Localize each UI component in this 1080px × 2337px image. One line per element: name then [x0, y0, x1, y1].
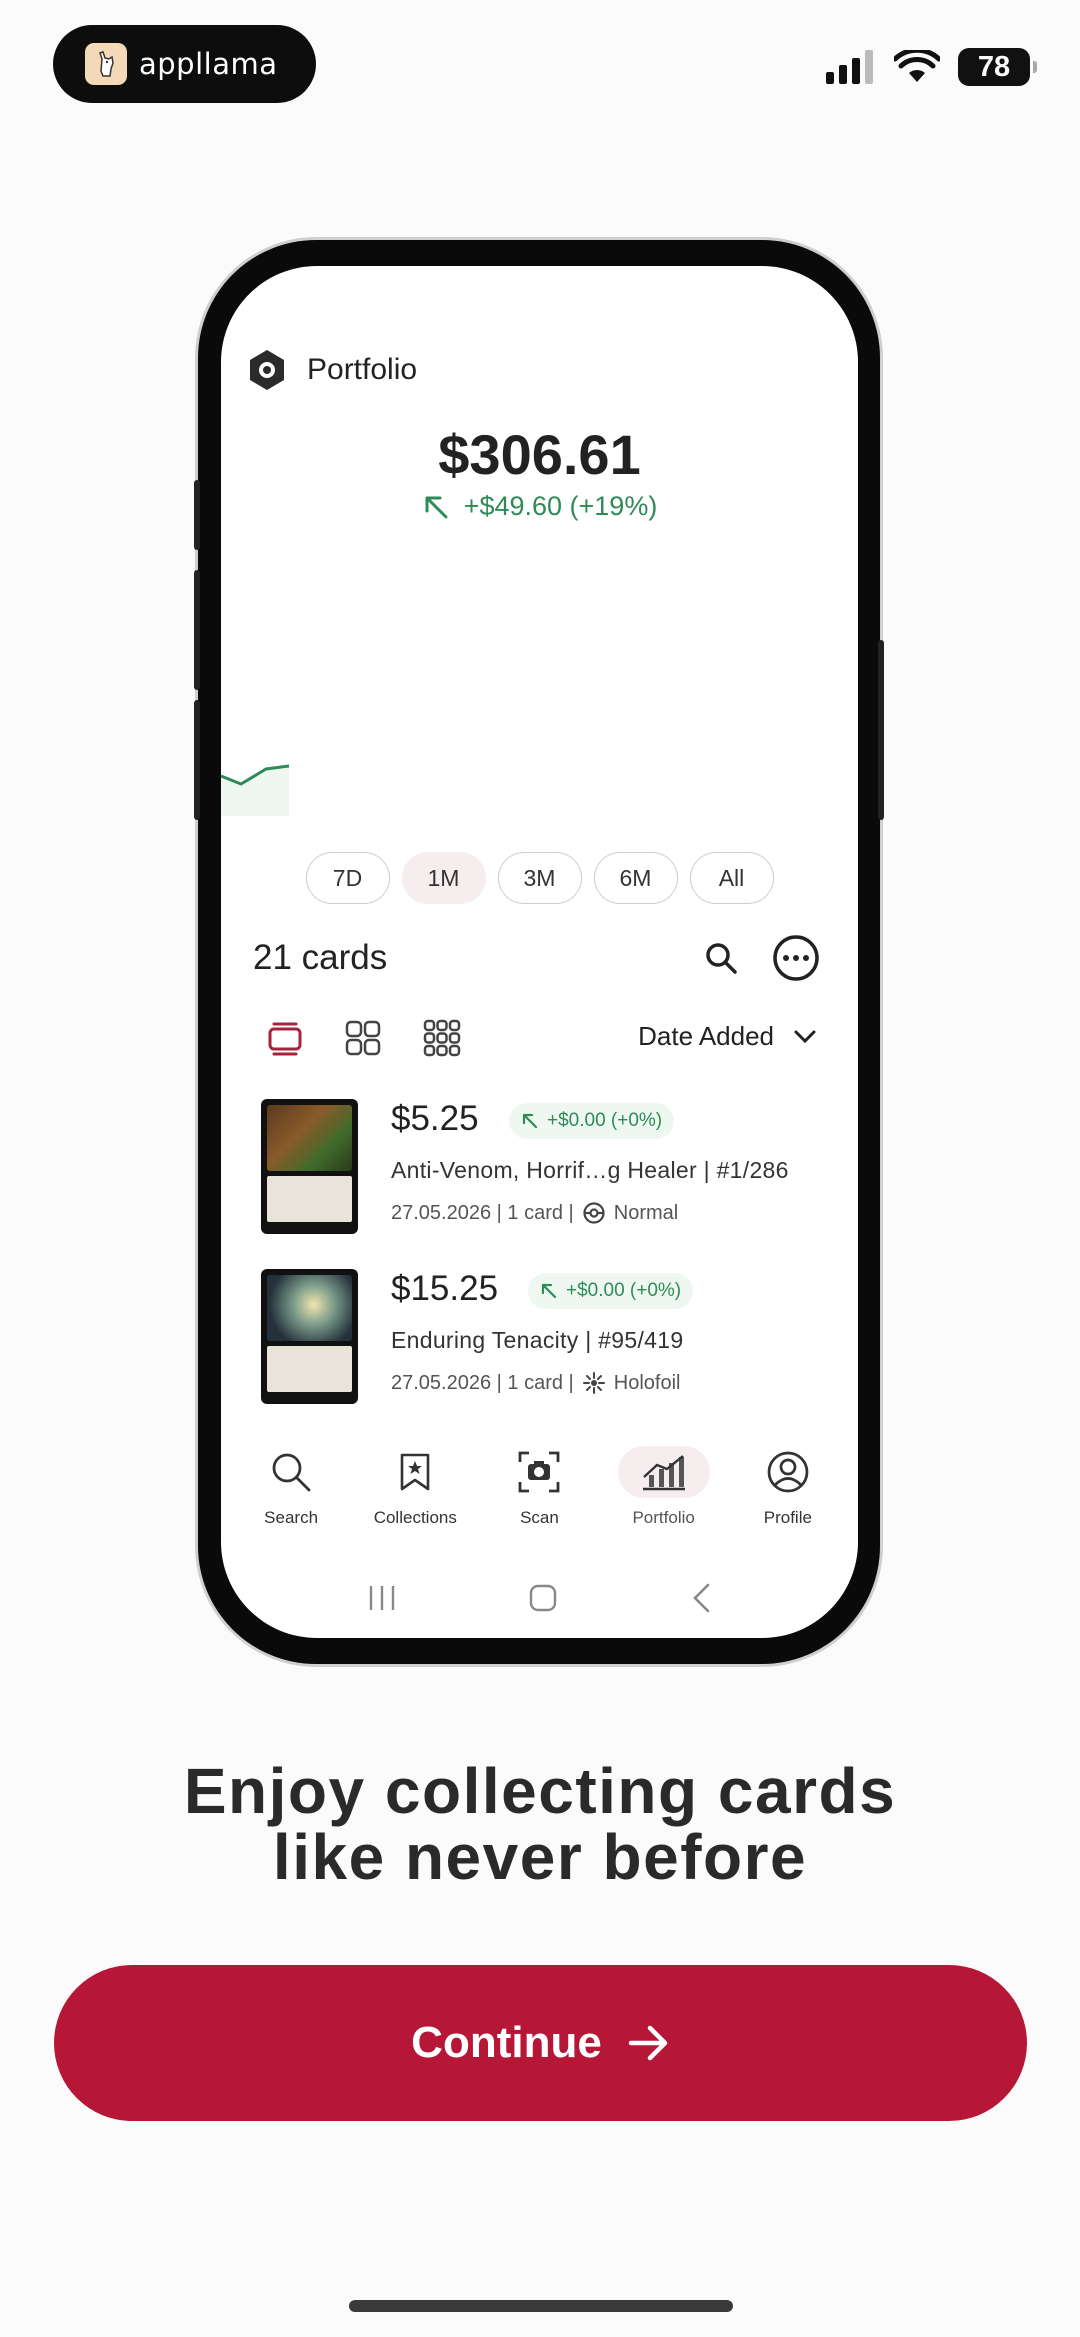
- nav-label: Search: [264, 1508, 319, 1527]
- arrow-up-left-icon: [425, 496, 448, 518]
- card-finish: Holofoil: [613, 1371, 681, 1394]
- holofoil-sparkle-icon: [582, 1372, 605, 1394]
- card-finish: Normal: [613, 1201, 679, 1224]
- range-6m[interactable]: 6M: [593, 852, 678, 904]
- headline-line-1: Enjoy collecting cards: [183, 1755, 897, 1827]
- list-view-icon[interactable]: [267, 1020, 303, 1056]
- card-name: Anti-Venom, Horrif…g Healer | #1/286: [391, 1157, 789, 1183]
- arrow-up-left-icon: [541, 1283, 557, 1299]
- profile-icon: [767, 1451, 809, 1493]
- phone-screen: Portfolio $306.61 +$49.60 (+19%) 7D 1M 3…: [221, 266, 858, 1638]
- phone-button: [194, 480, 200, 550]
- nav-label: Portfolio: [632, 1508, 695, 1527]
- hexagon-logo-icon: [250, 350, 284, 390]
- battery-level: 78: [977, 50, 1011, 83]
- range-selector: 7D 1M 3M 6M All: [221, 852, 858, 904]
- nav-collections[interactable]: Collections: [356, 1446, 474, 1528]
- bookmark-icon: [400, 1453, 430, 1491]
- arrow-right-icon: [628, 2025, 668, 2061]
- search-icon[interactable]: [704, 941, 738, 975]
- nav-search[interactable]: Search: [232, 1446, 350, 1528]
- llama-logo-icon: [85, 43, 127, 85]
- range-all[interactable]: All: [689, 852, 774, 904]
- portfolio-header: Portfolio: [247, 348, 417, 392]
- card-thumbnail: [261, 1099, 358, 1234]
- camera-icon: [519, 1451, 560, 1493]
- recents-icon[interactable]: [367, 1584, 397, 1612]
- compact-grid-icon[interactable]: [423, 1019, 461, 1057]
- back-icon[interactable]: [689, 1582, 713, 1614]
- brand-name: appllama: [139, 47, 278, 81]
- home-indicator[interactable]: [349, 2300, 733, 2312]
- screen-title: Portfolio: [307, 353, 418, 386]
- status-icons: 78: [826, 48, 1037, 86]
- card-delta-value: +$0.00 (+0%): [547, 1110, 663, 1131]
- card-date-count: 27.05.2026 | 1 card |: [391, 1371, 574, 1394]
- phone-button: [878, 640, 884, 820]
- appllama-badge: appllama: [53, 25, 316, 103]
- card-delta-badge: +$0.00 (+0%): [528, 1273, 694, 1309]
- home-icon[interactable]: [528, 1583, 558, 1613]
- nav-label: Collections: [373, 1508, 457, 1527]
- nav-profile[interactable]: Profile: [729, 1446, 847, 1528]
- list-actions: [704, 934, 820, 982]
- card-delta-value: +$0.00 (+0%): [566, 1280, 682, 1301]
- card-thumbnail: [261, 1269, 358, 1404]
- sort-label: Date Added: [638, 1021, 774, 1051]
- card-date-count: 27.05.2026 | 1 card |: [391, 1201, 574, 1224]
- nav-portfolio[interactable]: Portfolio: [605, 1446, 723, 1528]
- signal-icon: [826, 50, 873, 84]
- nav-label: Profile: [763, 1508, 812, 1527]
- system-navigation: [221, 1582, 858, 1614]
- wifi-icon: [894, 50, 940, 82]
- continue-button[interactable]: Continue: [54, 1965, 1027, 2121]
- chart-icon: [642, 1455, 685, 1491]
- range-1m[interactable]: 1M: [401, 852, 486, 904]
- more-options-icon[interactable]: [772, 934, 820, 982]
- card-name: Enduring Tenacity | #95/419: [391, 1327, 684, 1353]
- card-meta: 27.05.2026 | 1 card | Normal: [391, 1201, 678, 1225]
- normal-finish-icon: [583, 1202, 605, 1224]
- phone-button: [194, 700, 200, 820]
- search-icon: [272, 1453, 311, 1492]
- phone-button: [194, 570, 200, 690]
- chevron-down-icon: [794, 1030, 816, 1043]
- nav-label: Scan: [520, 1508, 559, 1527]
- portfolio-chart: [221, 764, 290, 816]
- continue-label: Continue: [411, 2018, 602, 2067]
- view-mode-selector: [267, 1019, 461, 1057]
- card-meta: 27.05.2026 | 1 card | Holofoil: [391, 1371, 680, 1395]
- sort-dropdown[interactable]: Date Added: [638, 1021, 816, 1052]
- portfolio-change: +$49.60 (+19%): [221, 491, 858, 522]
- portfolio-total: $306.61: [438, 423, 641, 486]
- change-value: +$49.60 (+19%): [463, 491, 658, 521]
- card-price: $5.25: [391, 1099, 479, 1138]
- onboarding-headline: Enjoy collecting cards like never before: [0, 1758, 1080, 1890]
- headline-line-2: like never before: [272, 1821, 808, 1893]
- cards-count: 21 cards: [253, 938, 388, 977]
- card-row[interactable]: $5.25 +$0.00 (+0%) Anti-Venom, Horrif…g …: [261, 1099, 821, 1239]
- card-price: $15.25: [391, 1269, 499, 1308]
- arrow-up-left-icon: [522, 1113, 538, 1129]
- range-3m[interactable]: 3M: [497, 852, 582, 904]
- grid-view-icon[interactable]: [345, 1020, 381, 1056]
- range-7d[interactable]: 7D: [305, 852, 390, 904]
- bottom-navigation: Search Collections Scan Portfolio Profil…: [221, 1446, 858, 1528]
- card-delta-badge: +$0.00 (+0%): [509, 1103, 675, 1139]
- nav-scan[interactable]: Scan: [480, 1446, 598, 1528]
- card-row[interactable]: $15.25 +$0.00 (+0%) Enduring Tenacity | …: [261, 1269, 821, 1409]
- battery-icon: 78: [958, 48, 1037, 86]
